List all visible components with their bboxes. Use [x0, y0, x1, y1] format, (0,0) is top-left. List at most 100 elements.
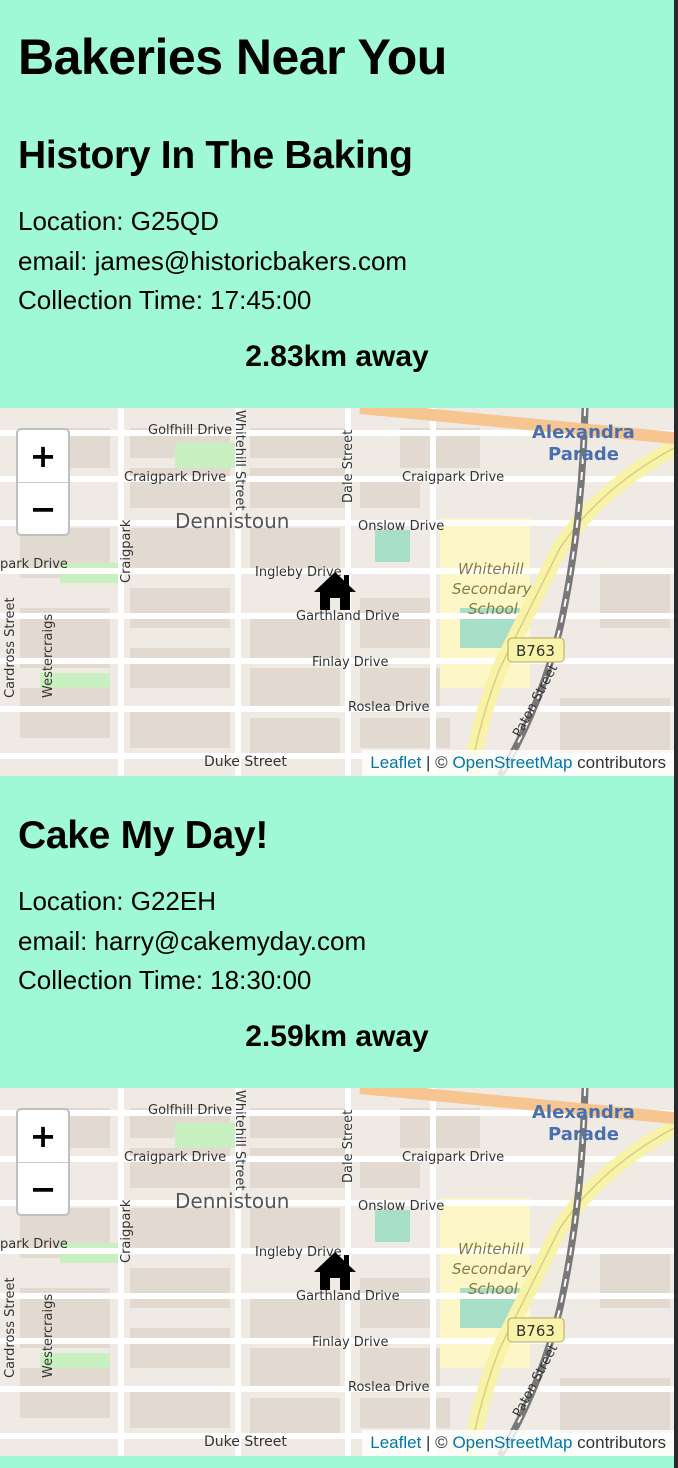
- street-label: Craigpark: [119, 519, 134, 583]
- building-block: [250, 718, 340, 758]
- street-label: Duke Street: [204, 754, 287, 770]
- building-block: [130, 648, 230, 688]
- bakery-name: Cake My Day!: [18, 814, 269, 857]
- bakery-map[interactable]: B763 Alexandra Parade Golfhill Drive Craigpa…: [0, 408, 674, 776]
- bakery-map[interactable]: B763 Alexandra Parade Golfhill Drive Craigpa…: [0, 1088, 674, 1456]
- road: [0, 1156, 674, 1162]
- street-label: Onslow Drive: [358, 519, 444, 534]
- street-label: Roslea Drive: [348, 1380, 430, 1395]
- street-label: Finlay Drive: [312, 655, 388, 670]
- area-label: Secondary: [452, 580, 533, 598]
- street-label: Craigpark Drive: [402, 470, 504, 485]
- area-label: Parade: [548, 444, 619, 465]
- map-attribution: Leaflet | © OpenStreetMap contributors: [362, 750, 674, 776]
- building-block: [20, 688, 110, 738]
- street-label: Finlay Drive: [312, 1335, 388, 1350]
- building-block: [20, 1368, 110, 1418]
- area-label: School: [468, 1280, 519, 1298]
- bakery-name: History In The Baking: [18, 134, 413, 177]
- attribution-suffix: contributors: [572, 1433, 666, 1452]
- bakery-email: email: harry@cakemyday.com: [18, 926, 367, 956]
- street-label: Dale Street: [341, 1110, 356, 1183]
- bakery-location: Location: G22EH: [18, 886, 217, 916]
- leaflet-link[interactable]: Leaflet: [370, 1433, 421, 1452]
- bakery-collection-time: Collection Time: 18:30:00: [18, 965, 312, 995]
- zoom-control: + −: [16, 428, 70, 536]
- street-label: Westercraigs: [41, 1294, 56, 1378]
- osm-link[interactable]: OpenStreetMap: [452, 753, 572, 772]
- building-block: [250, 1348, 340, 1388]
- street-label: Duke Street: [204, 1434, 287, 1450]
- zoom-out-button[interactable]: −: [18, 1163, 68, 1215]
- area-label: Alexandra: [532, 422, 635, 443]
- leaflet-link[interactable]: Leaflet: [370, 753, 421, 772]
- zoom-control: + −: [16, 1108, 70, 1216]
- home-icon[interactable]: [312, 1248, 358, 1294]
- page-title: Bakeries Near You: [18, 29, 447, 85]
- road-badge-label: B763: [516, 642, 555, 660]
- water-area: [375, 1210, 410, 1242]
- street-label: Roslea Drive: [348, 700, 430, 715]
- zoom-in-button[interactable]: +: [18, 1110, 68, 1163]
- road: [0, 706, 674, 712]
- attribution-separator: | ©: [421, 1433, 453, 1452]
- bakery-collection-time: Collection Time: 17:45:00: [18, 285, 312, 315]
- street-label: Golfhill Drive: [148, 423, 232, 438]
- building-block: [250, 528, 340, 568]
- right-edge-divider: [674, 0, 678, 1468]
- street-label: Craigpark Drive: [124, 1150, 226, 1165]
- bakery-distance: 2.83km away: [245, 340, 429, 373]
- building-block: [250, 1398, 340, 1438]
- park-area: [175, 443, 235, 468]
- building-block: [130, 1268, 230, 1308]
- road: [118, 408, 124, 776]
- street-label: park Drive: [0, 1237, 68, 1252]
- area-label: Alexandra: [532, 1102, 635, 1123]
- road-badge-label: B763: [516, 1322, 555, 1340]
- building-block: [250, 668, 340, 708]
- road: [0, 1386, 674, 1392]
- zoom-out-button[interactable]: −: [18, 483, 68, 535]
- area-label: Whitehill: [458, 1240, 524, 1258]
- building-block: [250, 1208, 340, 1248]
- road: [430, 1088, 436, 1456]
- bakery-distance: 2.59km away: [245, 1020, 429, 1053]
- road: [118, 1088, 124, 1456]
- street-label: Onslow Drive: [358, 1199, 444, 1214]
- road: [430, 408, 436, 776]
- area-label: School: [468, 600, 519, 618]
- building-block: [250, 618, 340, 658]
- bakery-email: email: james@historicbakers.com: [18, 246, 408, 276]
- attribution-suffix: contributors: [572, 753, 666, 772]
- water-area: [375, 530, 410, 562]
- street-label: Golfhill Drive: [148, 1103, 232, 1118]
- building-block: [130, 1388, 230, 1428]
- map-attribution: Leaflet | © OpenStreetMap contributors: [362, 1430, 674, 1456]
- street-label: Cardross Street: [3, 597, 18, 698]
- building-block: [130, 708, 230, 748]
- park-area: [175, 1123, 235, 1148]
- road: [0, 476, 674, 482]
- osm-link[interactable]: OpenStreetMap: [452, 1433, 572, 1452]
- street-label: Whitehill Street: [232, 410, 247, 511]
- building-block: [250, 468, 350, 508]
- home-icon[interactable]: [312, 568, 358, 614]
- area-label: Secondary: [452, 1260, 533, 1278]
- street-label: park Drive: [0, 557, 68, 572]
- street-label: Craigpark: [119, 1199, 134, 1263]
- area-label: Dennistoun: [175, 1189, 289, 1213]
- zoom-in-button[interactable]: +: [18, 430, 68, 483]
- building-block: [130, 1328, 230, 1368]
- area-label: Whitehill: [458, 560, 524, 578]
- area-label: Parade: [548, 1124, 619, 1145]
- street-label: Craigpark Drive: [124, 470, 226, 485]
- building-block: [130, 528, 230, 568]
- building-block: [130, 588, 230, 628]
- street-label: Westercraigs: [41, 614, 56, 698]
- building-block: [130, 1208, 230, 1248]
- attribution-separator: | ©: [421, 753, 453, 772]
- building-block: [250, 1148, 350, 1188]
- street-label: Craigpark Drive: [402, 1150, 504, 1165]
- street-label: Dale Street: [341, 430, 356, 503]
- area-label: Dennistoun: [175, 509, 289, 533]
